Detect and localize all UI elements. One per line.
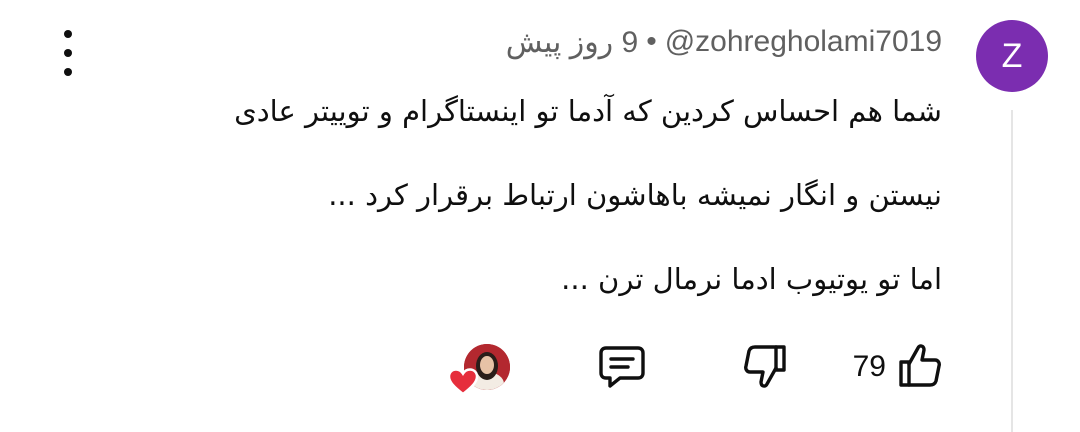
comment-text-line: نیستن و انگار نمیشه باهاشون ارتباط برقرا… (328, 178, 942, 212)
creator-heart-icon (447, 368, 479, 396)
avatar[interactable]: Z (976, 20, 1048, 92)
comment-text-line: اما تو یوتیوب ادما نرمال ترن ... (561, 262, 942, 296)
menu-dot (64, 30, 72, 38)
meta-separator: • (646, 25, 657, 58)
comment-author[interactable]: @zohregholami7019 (665, 25, 942, 59)
creator-heart (447, 340, 514, 398)
comment-meta: 9 روز پیش • @zohregholami7019 (506, 20, 942, 64)
like-count: 79 (852, 350, 886, 383)
dislike-button[interactable] (740, 344, 790, 394)
menu-dot (64, 68, 72, 76)
thumbs-up-icon (898, 342, 942, 392)
comment-reply-icon (598, 344, 646, 394)
like-button[interactable]: 79 (853, 342, 942, 392)
avatar-letter: Z (1001, 37, 1023, 75)
comment-text: شما هم احساس کردین که آدما تو اینستاگرام… (112, 84, 942, 306)
comment-text-line: شما هم احساس کردین که آدما تو اینستاگرام… (234, 94, 942, 128)
comment-item: Z 9 روز پیش • @zohregholami7019 شما هم ا… (0, 0, 1080, 432)
thumbs-down-icon (743, 344, 787, 394)
comment-actions: 79 (0, 336, 1080, 398)
comment-time: 9 روز پیش (505, 25, 639, 59)
menu-dot (64, 49, 72, 57)
reply-button[interactable] (597, 344, 647, 394)
more-vertical-icon[interactable] (52, 30, 84, 76)
